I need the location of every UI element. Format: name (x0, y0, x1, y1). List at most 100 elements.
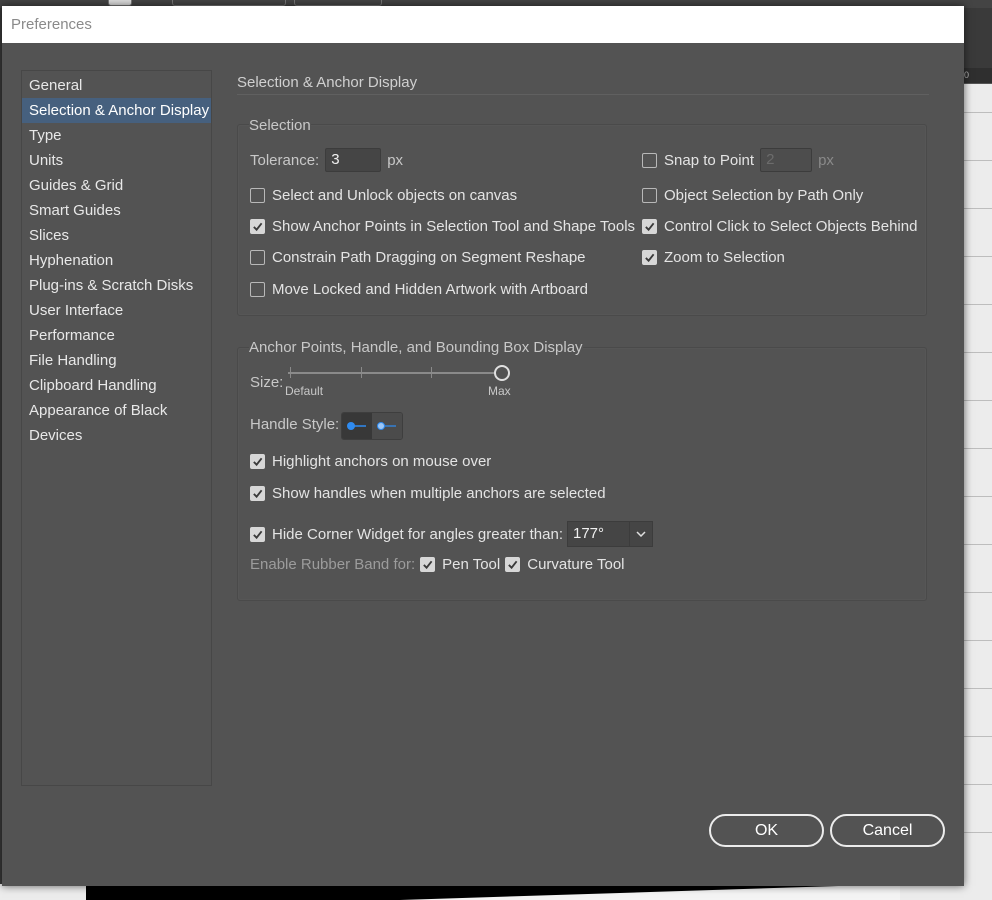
rubber-band-row: Enable Rubber Band for: Pen Tool Curvatu… (250, 556, 625, 573)
sidebar-item[interactable]: Performance (22, 323, 211, 348)
slider-tick (290, 367, 291, 378)
selection-group-title: Selection (249, 117, 311, 134)
grid-line (962, 784, 992, 785)
grid-line (962, 448, 992, 449)
sidebar-item[interactable]: Plug-ins & Scratch Disks (22, 273, 211, 298)
select-unlock-checkbox[interactable] (250, 188, 265, 203)
snap-to-point-label: Snap to Point (664, 151, 755, 169)
control-click-label: Control Click to Select Objects Behind (664, 218, 918, 235)
checkmark-icon (508, 560, 518, 570)
sidebar-item[interactable]: User Interface (22, 298, 211, 323)
handle-style-hollow-button[interactable] (372, 413, 402, 439)
ok-button[interactable]: OK (709, 814, 824, 847)
hide-corner-label: Hide Corner Widget for angles greater th… (272, 525, 563, 543)
move-locked-row: Move Locked and Hidden Artwork with Artb… (250, 281, 588, 298)
slider-tick (431, 367, 432, 378)
checkmark-icon (645, 253, 655, 263)
pen-tool-checkbox[interactable] (420, 557, 436, 572)
show-handles-label: Show handles when multiple anchors are s… (272, 485, 606, 502)
rubber-band-label: Enable Rubber Band for: (250, 556, 416, 573)
snap-to-point-input: 2 (760, 148, 813, 172)
checkmark-icon (253, 530, 263, 539)
grid-line (962, 160, 992, 161)
show-anchor-label: Show Anchor Points in Selection Tool and… (272, 218, 636, 235)
handle-style-label: Handle Style: (250, 416, 340, 433)
tolerance-row: Tolerance: 3 px (250, 148, 403, 172)
move-locked-checkbox[interactable] (250, 282, 265, 297)
grid-line (962, 208, 992, 209)
constrain-label: Constrain Path Dragging on Segment Resha… (272, 249, 586, 266)
checkmark-icon (253, 457, 263, 467)
sidebar-item[interactable]: Devices (22, 423, 211, 448)
handle-style-solid-button[interactable] (342, 413, 372, 439)
grid-line (962, 592, 992, 593)
zoom-to-selection-label: Zoom to Selection (664, 249, 785, 266)
hide-corner-row: Hide Corner Widget for angles greater th… (250, 521, 653, 547)
size-slider-track[interactable] (288, 372, 502, 374)
object-by-path-row: Object Selection by Path Only (642, 187, 863, 204)
handle-style-row: Handle Style: (250, 416, 339, 433)
grid-line (962, 640, 992, 641)
show-anchor-checkbox[interactable] (250, 219, 265, 234)
checkmark-icon (253, 489, 263, 499)
grid-line (962, 400, 992, 401)
move-locked-label: Move Locked and Hidden Artwork with Artb… (272, 281, 589, 298)
sidebar-item[interactable]: Appearance of Black (22, 398, 211, 423)
sidebar-item[interactable]: Slices (22, 223, 211, 248)
size-max-label: Max (488, 384, 511, 398)
title-divider (237, 94, 929, 95)
constrain-row: Constrain Path Dragging on Segment Resha… (250, 249, 586, 266)
select-unlock-row: Select and Unlock objects on canvas (250, 187, 517, 204)
show-handles-checkbox[interactable] (250, 486, 265, 501)
object-by-path-label: Object Selection by Path Only (664, 187, 864, 204)
ruler-number: 0 (964, 70, 970, 80)
size-row: Size: (250, 374, 283, 391)
cancel-button[interactable]: Cancel (830, 814, 945, 847)
dialog-title[interactable]: Preferences (2, 6, 964, 43)
sidebar-item[interactable]: Clipboard Handling (22, 373, 211, 398)
sidebar-item[interactable]: Hyphenation (22, 248, 211, 273)
sidebar-item[interactable]: Smart Guides (22, 198, 211, 223)
object-by-path-checkbox[interactable] (642, 188, 657, 203)
sidebar-item[interactable]: Units (22, 148, 211, 173)
grid-line (962, 544, 992, 545)
snap-to-point-row: Snap to Point 2 px (642, 148, 834, 172)
highlight-anchors-label: Highlight anchors on mouse over (272, 453, 492, 470)
tolerance-input[interactable]: 3 (325, 148, 382, 172)
checkmark-icon (253, 222, 263, 232)
sidebar-item[interactable]: Selection & Anchor Display (22, 98, 211, 123)
corner-angle-dropdown[interactable]: 177° (566, 521, 653, 547)
control-click-row: Control Click to Select Objects Behind (642, 218, 917, 235)
page-title: Selection & Anchor Display (237, 74, 418, 91)
snap-to-point-checkbox[interactable] (642, 152, 657, 168)
snap-to-point-unit: px (818, 151, 834, 169)
grid-line (962, 736, 992, 737)
sidebar-item[interactable]: Guides & Grid (22, 173, 211, 198)
grid-line (962, 112, 992, 113)
sidebar-item[interactable]: File Handling (22, 348, 211, 373)
size-slider-thumb[interactable] (494, 365, 510, 381)
hide-corner-checkbox[interactable] (250, 526, 265, 542)
grid-line (962, 256, 992, 257)
grid-line (962, 352, 992, 353)
grid-line (962, 832, 992, 833)
anchor-display-group-title: Anchor Points, Handle, and Bounding Box … (249, 339, 583, 356)
corner-angle-value[interactable]: 177° (566, 521, 629, 547)
curvature-tool-checkbox[interactable] (505, 557, 521, 572)
size-min-label: Default (285, 384, 324, 398)
show-anchor-row: Show Anchor Points in Selection Tool and… (250, 218, 635, 235)
background-canvas (962, 68, 992, 900)
slider-tick (361, 367, 362, 378)
tolerance-label: Tolerance: (250, 151, 320, 169)
show-handles-row: Show handles when multiple anchors are s… (250, 485, 606, 502)
tolerance-unit: px (387, 151, 404, 169)
size-label: Size: (250, 374, 284, 391)
highlight-anchors-checkbox[interactable] (250, 454, 265, 469)
constrain-checkbox[interactable] (250, 250, 265, 265)
chevron-down-icon[interactable] (628, 521, 653, 547)
handle-hollow-icon (377, 422, 396, 430)
zoom-to-selection-checkbox[interactable] (642, 250, 657, 265)
sidebar-item[interactable]: Type (22, 123, 211, 148)
control-click-checkbox[interactable] (642, 219, 657, 234)
sidebar-item[interactable]: General (22, 73, 211, 98)
